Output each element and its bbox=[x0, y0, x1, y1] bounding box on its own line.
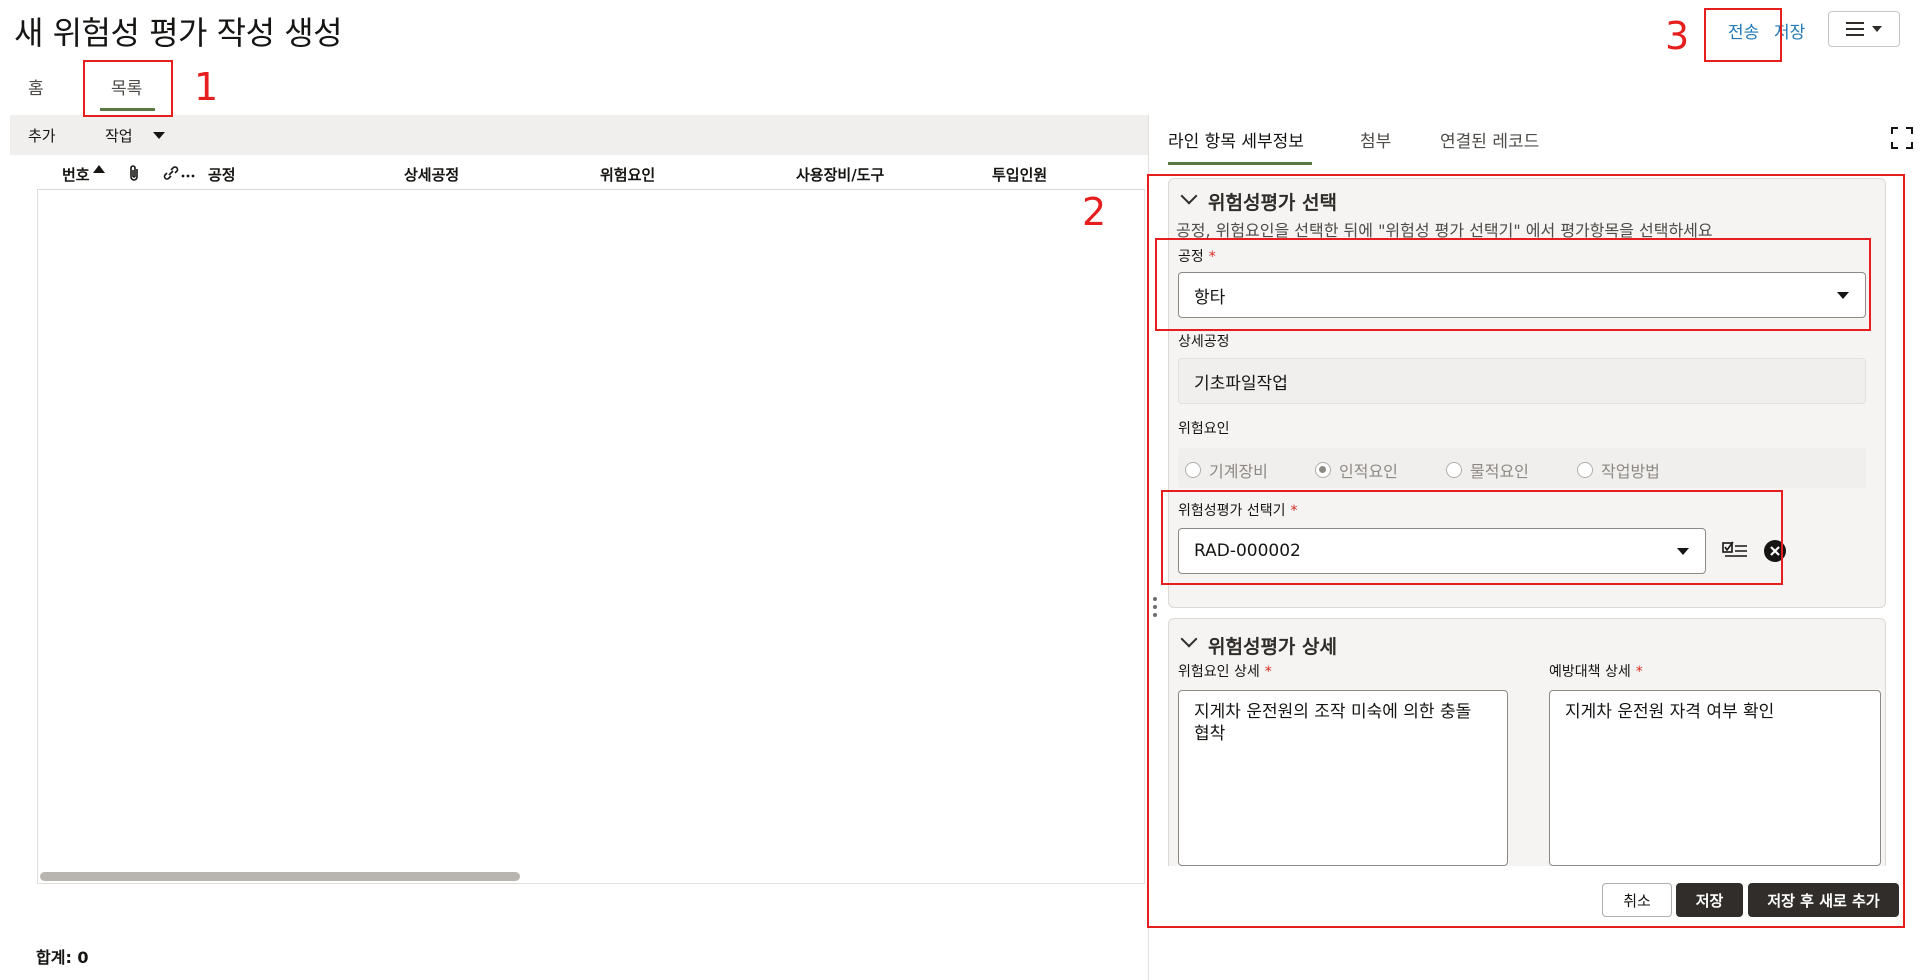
section-title[interactable]: 위험성평가 상세 bbox=[1208, 632, 1337, 659]
checklist-icon[interactable] bbox=[1722, 540, 1748, 560]
detail-tab-active-indicator bbox=[1168, 162, 1312, 165]
subprocess-value: 기초파일작업 bbox=[1194, 373, 1288, 394]
cancel-button[interactable]: 취소 bbox=[1602, 883, 1672, 917]
chevron-down-icon[interactable] bbox=[1677, 548, 1689, 555]
page-title: 새 위험성 평가 작성 생성 bbox=[14, 14, 343, 52]
column-header-equipment[interactable]: 사용장비/도구 bbox=[796, 164, 884, 185]
process-label: 공정 * bbox=[1178, 249, 1216, 265]
save-button[interactable]: 저장 bbox=[1676, 883, 1743, 917]
column-header-personnel[interactable]: 투입인원 bbox=[992, 164, 1047, 185]
panel-splitter[interactable] bbox=[1148, 115, 1149, 980]
prevention-textarea[interactable]: 지게차 운전원 자격 여부 확인 bbox=[1549, 690, 1881, 866]
risk-radio-group: 기계장비 인적요인 물적요인 작업방법 bbox=[1178, 448, 1866, 488]
horizontal-scrollbar[interactable] bbox=[40, 872, 520, 881]
tab-linked-records[interactable]: 연결된 레코드 bbox=[1440, 127, 1539, 152]
column-header-risk[interactable]: 위험요인 bbox=[600, 164, 655, 185]
list-toolbar bbox=[10, 115, 1148, 155]
add-button[interactable]: 추가 bbox=[28, 125, 56, 146]
selector-label: 위험성평가 선택기 * bbox=[1178, 503, 1298, 519]
send-link[interactable]: 전송 bbox=[1728, 18, 1759, 43]
tab-home[interactable]: 홈 bbox=[28, 74, 44, 99]
menu-button[interactable] bbox=[1828, 11, 1900, 47]
more-icon[interactable] bbox=[181, 174, 195, 178]
clear-icon[interactable] bbox=[1763, 539, 1787, 563]
tab-attachments[interactable]: 첨부 bbox=[1360, 127, 1391, 152]
sort-ascending-icon[interactable] bbox=[92, 164, 106, 174]
tab-line-detail[interactable]: 라인 항목 세부정보 bbox=[1168, 127, 1304, 152]
link-icon bbox=[163, 166, 179, 180]
fullscreen-icon[interactable] bbox=[1890, 126, 1914, 150]
chevron-down-icon[interactable] bbox=[1837, 292, 1849, 299]
paperclip-icon bbox=[130, 165, 138, 181]
total-count: 합계: 0 bbox=[36, 948, 89, 967]
chevron-down-icon[interactable] bbox=[153, 132, 165, 139]
subprocess-label: 상세공정 bbox=[1178, 334, 1230, 350]
radio-material[interactable]: 물적요인 bbox=[1446, 458, 1529, 482]
tab-active-indicator bbox=[100, 108, 155, 111]
action-menu-button[interactable]: 작업 bbox=[105, 125, 133, 146]
section-hint: 공정, 위험요인을 선택한 뒤에 "위험성 평가 선택기" 에서 평가항목을 선… bbox=[1176, 221, 1713, 240]
column-header-subprocess[interactable]: 상세공정 bbox=[404, 164, 459, 185]
risk-detail-label: 위험요인 상세 * bbox=[1178, 664, 1272, 680]
radio-method[interactable]: 작업방법 bbox=[1577, 458, 1660, 482]
risk-detail-textarea[interactable]: 지게차 운전원의 조작 미숙에 의한 충돌 협착 bbox=[1178, 690, 1508, 866]
column-header-process[interactable]: 공정 bbox=[208, 164, 236, 185]
hamburger-icon bbox=[1846, 22, 1864, 36]
annotation-number-1: 1 bbox=[194, 65, 219, 109]
annotation-number-3: 3 bbox=[1665, 14, 1690, 58]
selector-value: RAD-000002 bbox=[1194, 541, 1301, 561]
prevention-label: 예방대책 상세 * bbox=[1549, 664, 1643, 680]
subprocess-field: 기초파일작업 bbox=[1178, 358, 1866, 404]
chevron-down-icon bbox=[1872, 26, 1882, 32]
section-title[interactable]: 위험성평가 선택 bbox=[1208, 188, 1337, 215]
splitter-handle-dot[interactable] bbox=[1153, 613, 1157, 617]
process-select[interactable]: 항타 bbox=[1178, 272, 1866, 318]
splitter-handle-dot[interactable] bbox=[1153, 597, 1157, 601]
splitter-handle-dot[interactable] bbox=[1153, 605, 1157, 609]
risk-selector-select[interactable]: RAD-000002 bbox=[1178, 528, 1706, 574]
tab-list[interactable]: 목록 bbox=[111, 74, 142, 99]
radio-machinery[interactable]: 기계장비 bbox=[1185, 458, 1268, 482]
risk-label: 위험요인 bbox=[1178, 421, 1230, 437]
save-and-new-button[interactable]: 저장 후 새로 추가 bbox=[1748, 883, 1899, 917]
annotation-number-2: 2 bbox=[1082, 190, 1107, 234]
column-header-number[interactable]: 번호 bbox=[62, 164, 90, 185]
process-value: 항타 bbox=[1194, 287, 1226, 308]
save-link[interactable]: 저장 bbox=[1774, 18, 1805, 43]
grid-header bbox=[37, 156, 1145, 190]
data-grid bbox=[37, 156, 1145, 884]
radio-human[interactable]: 인적요인 bbox=[1315, 458, 1398, 482]
